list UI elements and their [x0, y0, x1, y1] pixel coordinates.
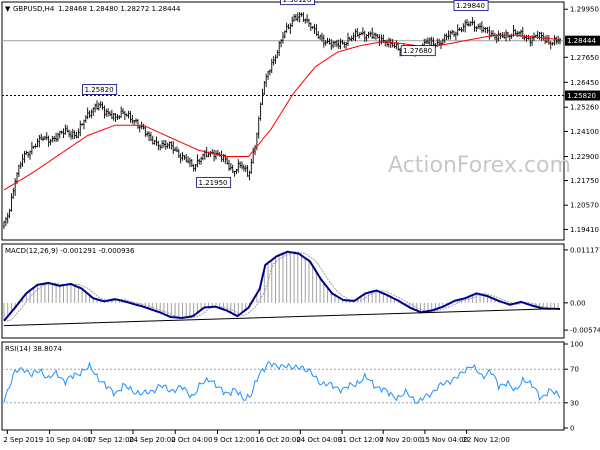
annotation-label: 1.29840 [456, 2, 485, 10]
macd-header: MACD(12,26,9) -0.001291 -0.000936 [5, 247, 135, 255]
macd-tick-label: -0.005746 [570, 327, 600, 335]
price-tick-label: 1.25260 [570, 104, 599, 112]
price-level-label: 1.28444 [567, 37, 596, 45]
watermark: ActionForex.com [388, 153, 571, 178]
price-tick-label: 1.24100 [570, 128, 599, 136]
x-tick-label: 24 Oct 04:00 [296, 436, 342, 444]
price-layer: 1.29950 1.27650 1.26450 1.25260 1.24100 1.229… [2, 0, 600, 234]
rsi-line [3, 361, 561, 404]
x-tick-label: 22 Nov 12:00 [463, 436, 510, 444]
x-tick-label: 10 Sep 04:00 [46, 436, 93, 444]
x-tick-label: 17 Sep 12:00 [87, 436, 134, 444]
chart-window: ActionForex.com ▼ GBPUSD,H4 1.28468 1.28… [0, 0, 600, 450]
x-tick-label: 9 Oct 12:00 [214, 436, 255, 444]
price-tick-label: 1.26450 [570, 79, 599, 87]
x-tick-label: 15 Nov 04:00 [421, 436, 468, 444]
header-ohlc: 1.28468 1.28480 1.28272 1.28444 [58, 5, 181, 13]
rsi-tick-label: 0 [570, 425, 574, 433]
macd-layer: 0.011177 0.00 -0.005746 [3, 246, 600, 335]
rsi-layer: 100 70 30 0 [2, 341, 583, 433]
macd-tick-label: 0.011177 [570, 246, 600, 254]
header-symbol: GBPUSD,H4 [13, 5, 55, 13]
price-tick-label: 1.22900 [570, 153, 599, 161]
x-tick-label: 31 Oct 12:00 [338, 436, 384, 444]
rsi-header: RSI(14) 38.8074 [5, 345, 62, 353]
annotation-label: 1.27680 [403, 47, 432, 55]
macd-line [3, 250, 561, 322]
macd-tick-label: 0.00 [570, 299, 586, 307]
annotation-label: 1.21950 [199, 179, 228, 187]
header-arrow: ▼ [5, 5, 11, 13]
macd-signal-line [4, 251, 561, 322]
x-tick-label: 24 Sep 20:00 [129, 436, 176, 444]
x-axis: 2 Sep 2019 10 Sep 04:0017 Sep 12:0024 Sep… [3, 430, 510, 444]
macd-trendline [3, 308, 561, 327]
annotation-label: 1.25820 [85, 86, 114, 94]
x-tick-label: 2 Oct 04:00 [171, 436, 212, 444]
price-tick-label: 1.21750 [570, 177, 599, 185]
annotation-label: 1.30120 [283, 0, 312, 4]
rsi-tick-label: 100 [570, 341, 583, 349]
price-tick-label: 1.20570 [570, 202, 599, 210]
rsi-panel-frame [1, 341, 565, 431]
x-tick-label: 7 Nov 20:00 [379, 436, 422, 444]
price-level-label: 1.25820 [567, 92, 596, 100]
rsi-tick-label: 30 [570, 399, 579, 407]
price-tick-label: 1.19410 [570, 226, 599, 234]
chart-canvas: ActionForex.com ▼ GBPUSD,H4 1.28468 1.28… [1, 0, 600, 444]
rsi-tick-label: 70 [570, 366, 579, 374]
price-tick-label: 1.29950 [570, 6, 599, 14]
x-tick-label: 16 Oct 20:00 [255, 436, 301, 444]
x-tick-label: 2 Sep 2019 [3, 436, 43, 444]
price-tick-label: 1.27650 [570, 54, 599, 62]
price-header: ▼ GBPUSD,H4 1.28468 1.28480 1.28272 1.28… [5, 5, 181, 13]
